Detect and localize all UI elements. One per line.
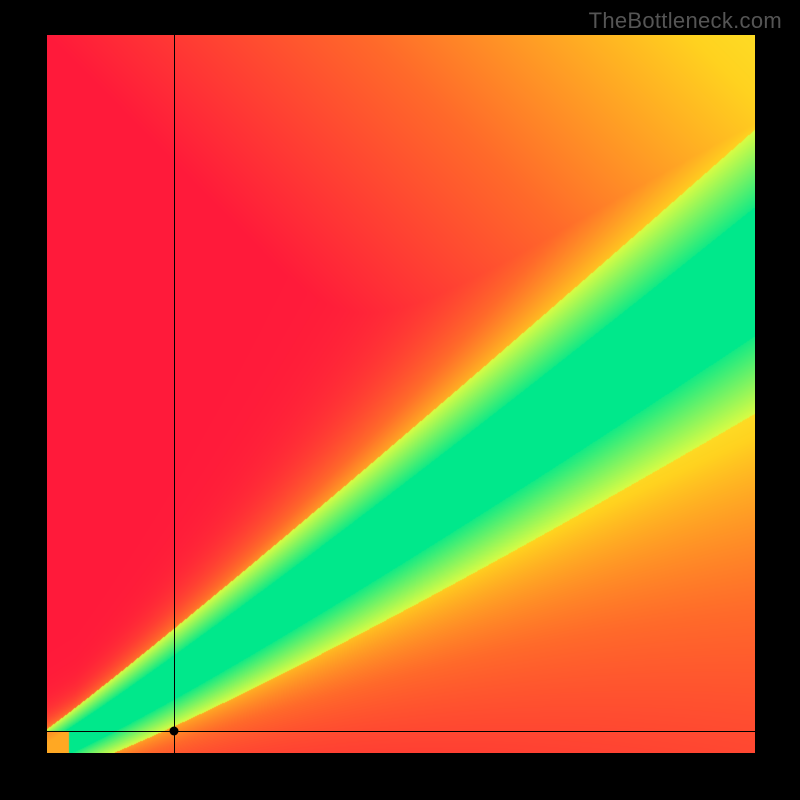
crosshair-marker <box>170 727 179 736</box>
crosshair-vertical <box>174 35 175 753</box>
heatmap-plot <box>47 35 755 753</box>
crosshair-horizontal <box>47 731 755 732</box>
heatmap-canvas <box>47 35 755 753</box>
watermark-text: TheBottleneck.com <box>589 8 782 34</box>
